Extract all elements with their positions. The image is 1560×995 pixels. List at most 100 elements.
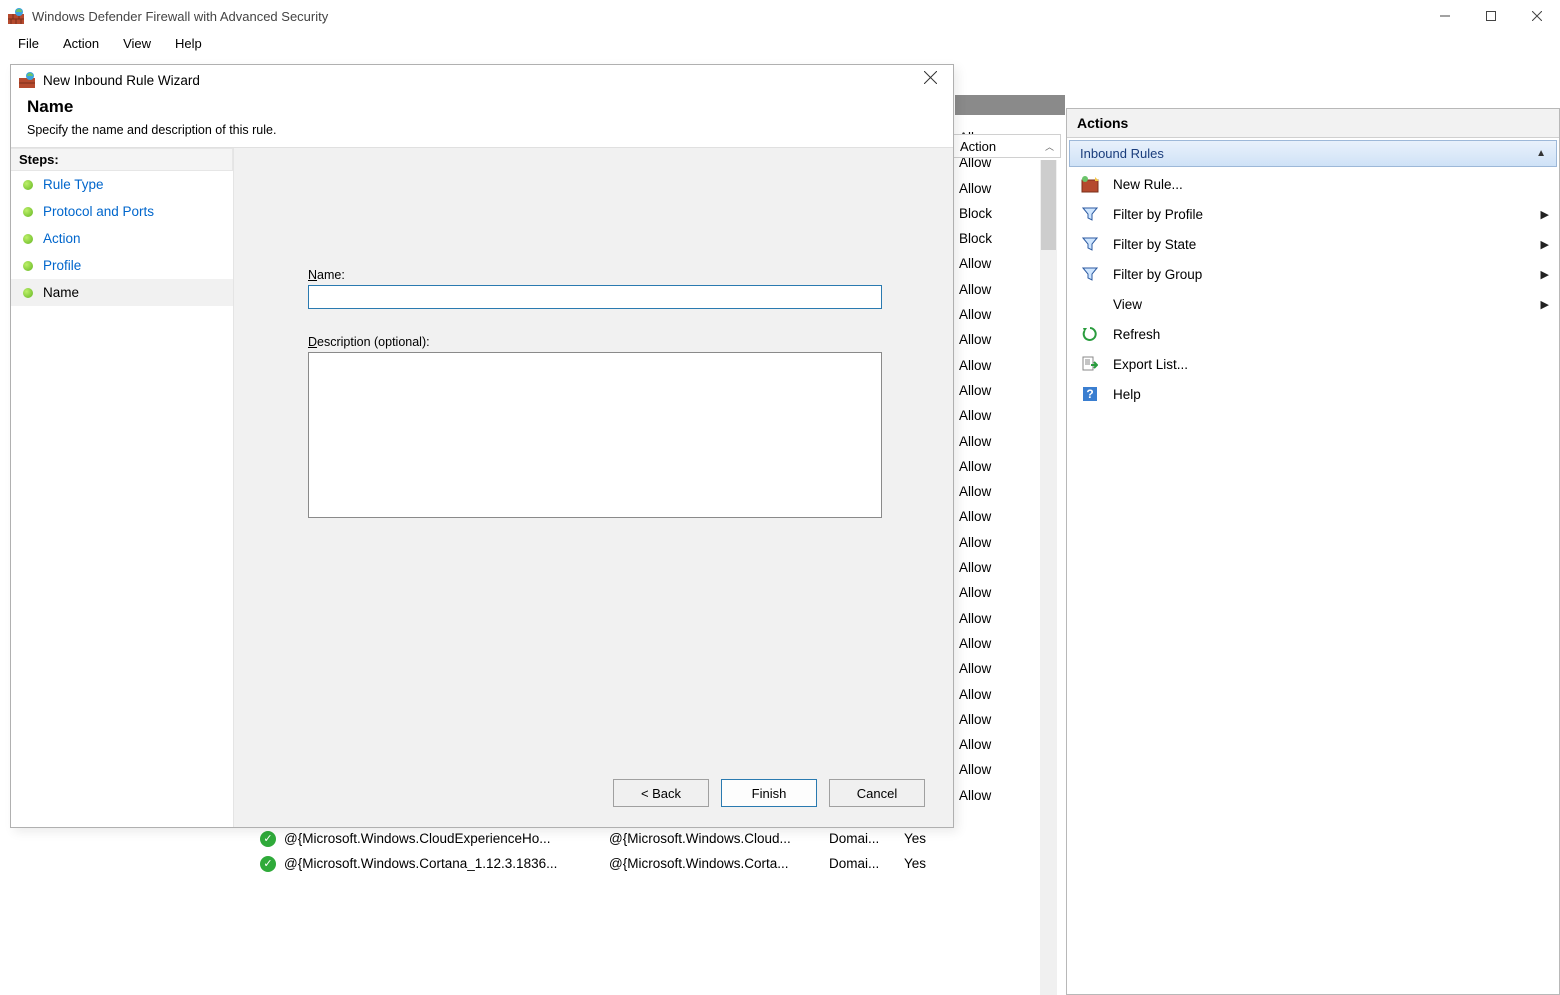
rule-enabled-cell: Yes bbox=[904, 831, 954, 846]
wizard-titlebar: New Inbound Rule Wizard bbox=[11, 65, 953, 95]
desc-label-accel: D bbox=[308, 335, 317, 349]
action-new-rule-label: New Rule... bbox=[1113, 177, 1183, 192]
name-label-accel: N bbox=[308, 268, 317, 282]
action-export-label: Export List... bbox=[1113, 357, 1188, 372]
step-bullet-icon bbox=[23, 234, 33, 244]
wizard-steps: Steps: Rule Type Protocol and Ports Acti… bbox=[11, 148, 233, 827]
action-filter-group-label: Filter by Group bbox=[1113, 267, 1202, 282]
svg-text:?: ? bbox=[1086, 387, 1093, 401]
table-row[interactable]: ✓ @{Microsoft.Windows.Cortana_1.12.3.1836… bbox=[260, 851, 955, 876]
main-window-title: Windows Defender Firewall with Advanced … bbox=[32, 9, 328, 24]
wizard-subtitle: Specify the name and description of this… bbox=[27, 123, 937, 137]
wizard-body: Steps: Rule Type Protocol and Ports Acti… bbox=[11, 147, 953, 827]
step-name-label: Name bbox=[43, 285, 79, 300]
refresh-icon bbox=[1081, 325, 1099, 343]
minimize-button[interactable] bbox=[1422, 0, 1468, 32]
action-view[interactable]: View ▶ bbox=[1067, 289, 1559, 319]
rule-description-input[interactable] bbox=[308, 352, 882, 518]
actions-section-label: Inbound Rules bbox=[1080, 146, 1164, 161]
steps-header: Steps: bbox=[11, 148, 233, 171]
step-protocol-label: Protocol and Ports bbox=[43, 204, 154, 219]
action-refresh-label: Refresh bbox=[1113, 327, 1160, 342]
submenu-arrow-icon: ▶ bbox=[1541, 268, 1549, 281]
rule-profile-cell: Domai... bbox=[829, 831, 904, 846]
allow-check-icon: ✓ bbox=[260, 856, 276, 872]
firewall-icon bbox=[19, 72, 35, 88]
actions-pane: Actions Inbound Rules ▲ New Rule... Filt… bbox=[1066, 108, 1560, 995]
step-rule-type[interactable]: Rule Type bbox=[11, 171, 233, 198]
allow-check-icon: ✓ bbox=[260, 831, 276, 847]
wizard-heading: Name bbox=[27, 97, 937, 117]
step-protocol-ports[interactable]: Protocol and Ports bbox=[11, 198, 233, 225]
actions-pane-header: Actions bbox=[1067, 109, 1559, 138]
name-field-label: Name: bbox=[308, 268, 903, 282]
desc-label-rest: escription (optional): bbox=[317, 335, 430, 349]
filter-icon bbox=[1081, 235, 1099, 253]
menu-view[interactable]: View bbox=[111, 34, 163, 53]
action-new-rule[interactable]: New Rule... bbox=[1067, 169, 1559, 199]
action-filter-state[interactable]: Filter by State ▶ bbox=[1067, 229, 1559, 259]
close-button[interactable] bbox=[1514, 0, 1560, 32]
wizard-title: New Inbound Rule Wizard bbox=[43, 73, 200, 88]
submenu-arrow-icon: ▶ bbox=[1541, 298, 1549, 311]
maximize-button[interactable] bbox=[1468, 0, 1514, 32]
rules-scrollbar-thumb[interactable] bbox=[1041, 160, 1056, 250]
action-filter-profile-label: Filter by Profile bbox=[1113, 207, 1203, 222]
back-button[interactable]: < Back bbox=[613, 779, 709, 807]
rule-profile-cell: Domai... bbox=[829, 856, 904, 871]
rule-group-cell: @{Microsoft.Windows.Corta... bbox=[609, 856, 829, 871]
column-header-action-label: Action bbox=[960, 139, 996, 154]
step-bullet-icon bbox=[23, 180, 33, 190]
menubar: File Action View Help bbox=[0, 32, 1560, 59]
new-inbound-rule-wizard: New Inbound Rule Wizard Name Specify the… bbox=[10, 64, 954, 828]
wizard-buttons: < Back Finish Cancel bbox=[613, 779, 925, 807]
rule-name-input[interactable] bbox=[308, 285, 882, 309]
rules-column-header-action[interactable]: Action ︿ bbox=[953, 134, 1061, 158]
rules-scrollbar[interactable] bbox=[1040, 160, 1057, 995]
submenu-arrow-icon: ▶ bbox=[1541, 238, 1549, 251]
firewall-icon bbox=[8, 8, 24, 24]
actions-section-inbound-rules[interactable]: Inbound Rules ▲ bbox=[1069, 140, 1557, 167]
main-titlebar: Windows Defender Firewall with Advanced … bbox=[0, 0, 1560, 32]
menu-help[interactable]: Help bbox=[163, 34, 214, 53]
wizard-close-button[interactable] bbox=[916, 69, 945, 91]
step-bullet-icon bbox=[23, 288, 33, 298]
rule-group-cell: @{Microsoft.Windows.Cloud... bbox=[609, 831, 829, 846]
wizard-header: Name Specify the name and description of… bbox=[11, 95, 953, 147]
window-controls bbox=[1422, 0, 1560, 32]
step-profile-label: Profile bbox=[43, 258, 81, 273]
rule-name-cell: @{Microsoft.Windows.Cortana_1.12.3.1836.… bbox=[284, 856, 609, 871]
step-action-label: Action bbox=[43, 231, 81, 246]
action-refresh[interactable]: Refresh bbox=[1067, 319, 1559, 349]
step-action[interactable]: Action bbox=[11, 225, 233, 252]
step-bullet-icon bbox=[23, 207, 33, 217]
table-row[interactable]: ✓ @{Microsoft.Windows.CloudExperienceHo..… bbox=[260, 826, 955, 851]
action-help-label: Help bbox=[1113, 387, 1141, 402]
new-rule-icon bbox=[1081, 175, 1099, 193]
wizard-content: Name: Description (optional): < Back Fin… bbox=[233, 148, 953, 827]
step-bullet-icon bbox=[23, 261, 33, 271]
rules-visible-bottom: ✓ @{Microsoft.Windows.CloudExperienceHo..… bbox=[260, 826, 955, 876]
menu-file[interactable]: File bbox=[6, 34, 51, 53]
step-name[interactable]: Name bbox=[11, 279, 233, 306]
action-help[interactable]: ? Help bbox=[1067, 379, 1559, 409]
export-icon bbox=[1081, 355, 1099, 373]
rule-name-cell: @{Microsoft.Windows.CloudExperienceHo... bbox=[284, 831, 609, 846]
step-rule-type-label: Rule Type bbox=[43, 177, 104, 192]
menu-action[interactable]: Action bbox=[51, 34, 111, 53]
action-export[interactable]: Export List... bbox=[1067, 349, 1559, 379]
blank-icon bbox=[1081, 295, 1099, 313]
rule-enabled-cell: Yes bbox=[904, 856, 954, 871]
scroll-up-icon: ︿ bbox=[1045, 140, 1054, 153]
description-field-label: Description (optional): bbox=[308, 335, 903, 349]
submenu-arrow-icon: ▶ bbox=[1541, 208, 1549, 221]
action-filter-profile[interactable]: Filter by Profile ▶ bbox=[1067, 199, 1559, 229]
collapse-up-icon: ▲ bbox=[1536, 148, 1546, 159]
finish-button[interactable]: Finish bbox=[721, 779, 817, 807]
help-icon: ? bbox=[1081, 385, 1099, 403]
name-label-rest: ame: bbox=[317, 268, 345, 282]
action-filter-group[interactable]: Filter by Group ▶ bbox=[1067, 259, 1559, 289]
cancel-button[interactable]: Cancel bbox=[829, 779, 925, 807]
step-profile[interactable]: Profile bbox=[11, 252, 233, 279]
filter-icon bbox=[1081, 265, 1099, 283]
